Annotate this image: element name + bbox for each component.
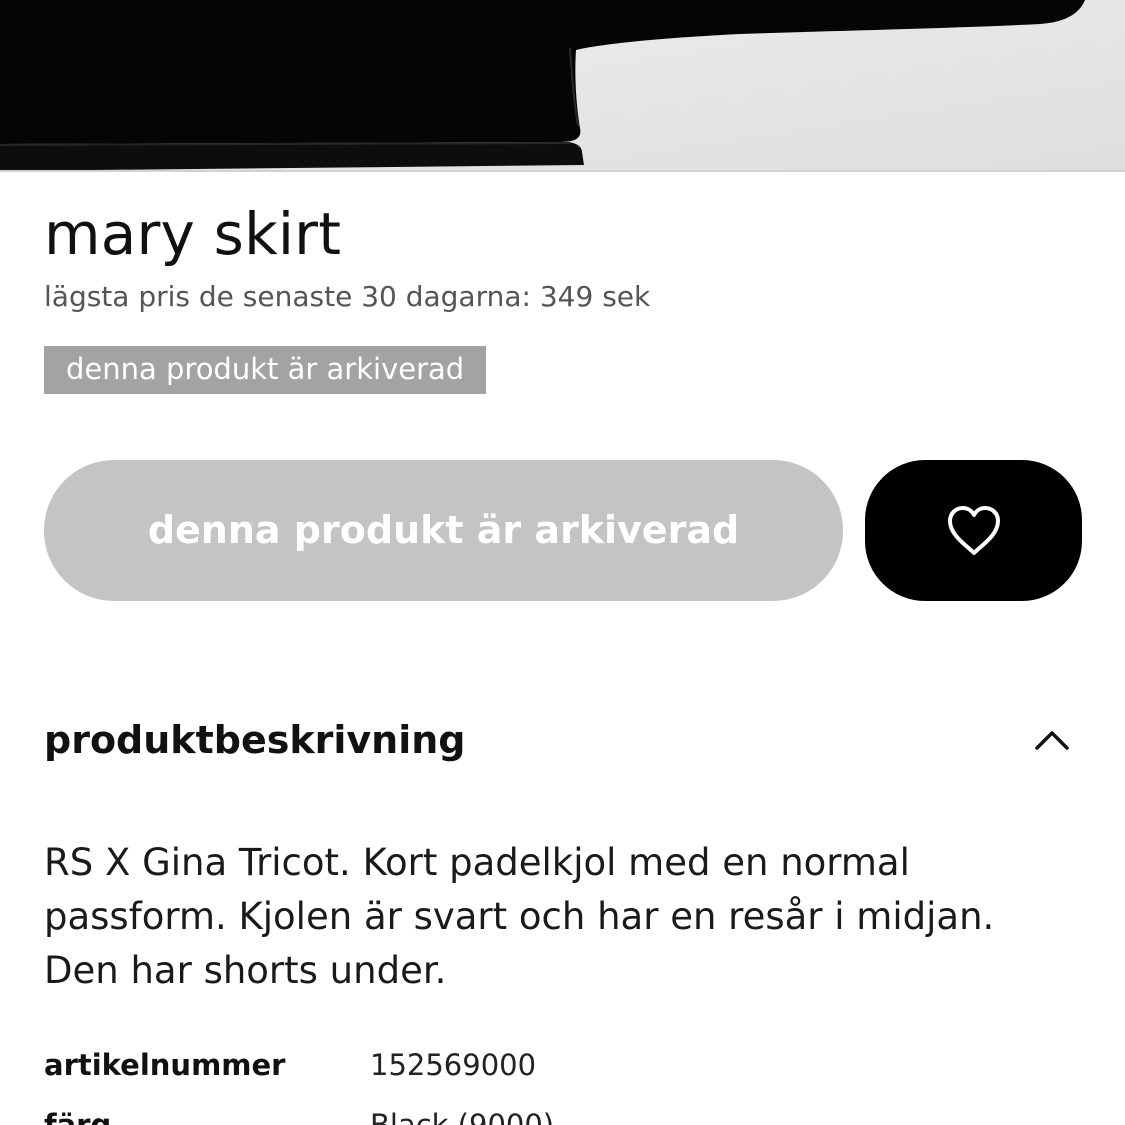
- spec-row-article-number: artikelnummer 152569000: [44, 1040, 1084, 1090]
- archived-add-to-cart-button[interactable]: denna produkt är arkiverad: [44, 460, 843, 601]
- spec-value: Black (9000): [370, 1108, 555, 1125]
- product-description: RS X Gina Tricot. Kort padelkjol med en …: [44, 841, 995, 992]
- spec-row-color: färg Black (9000): [44, 1100, 1084, 1125]
- product-page: mary skirt lägsta pris de senaste 30 dag…: [0, 0, 1125, 1125]
- lowest-price-text: lägsta pris de senaste 30 dagarna: 349 s…: [44, 280, 651, 313]
- skirt-photo: [0, 0, 1125, 172]
- description-accordion-toggle[interactable]: produktbeskrivning: [44, 705, 1082, 775]
- spec-label: artikelnummer: [44, 1048, 286, 1082]
- chevron-up-icon: [1034, 729, 1070, 751]
- heart-icon: [947, 505, 1000, 555]
- spec-value: 152569000: [370, 1048, 537, 1082]
- product-image: [0, 0, 1125, 172]
- wishlist-button[interactable]: [865, 460, 1082, 601]
- product-title: mary skirt: [44, 200, 342, 268]
- description-section-title: produktbeskrivning: [44, 718, 466, 762]
- spec-label: färg: [44, 1108, 112, 1125]
- archived-status-badge: denna produkt är arkiverad: [44, 346, 487, 394]
